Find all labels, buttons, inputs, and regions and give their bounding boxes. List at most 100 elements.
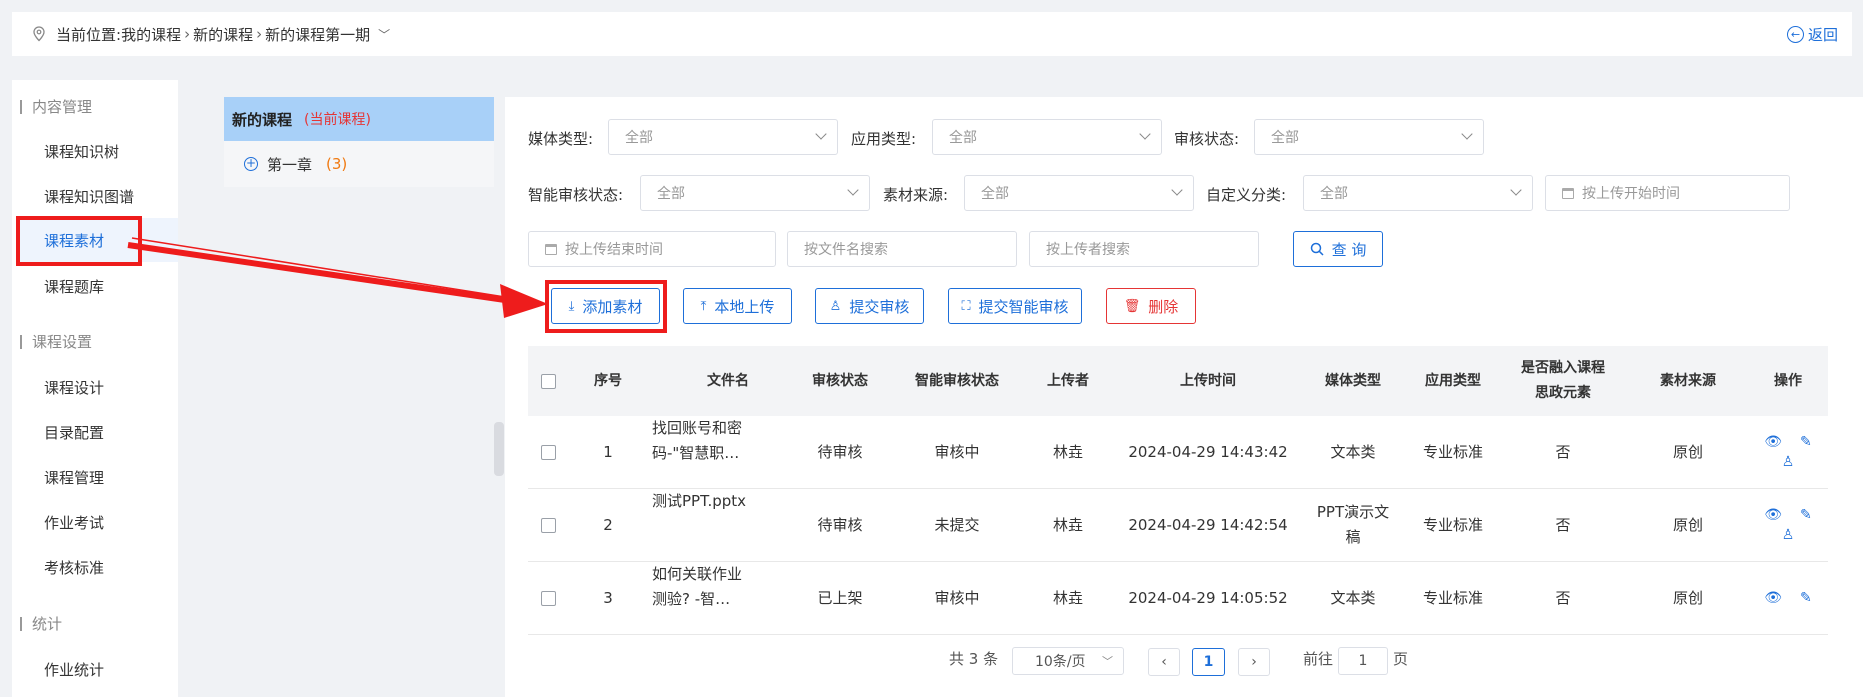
delete-button[interactable]: 🗑 删除	[1106, 288, 1196, 324]
back-arrow-icon: ←	[1786, 26, 1804, 43]
sidebar-item-course-design[interactable]: 课程设计	[44, 377, 104, 398]
chevron-down-icon	[1510, 184, 1522, 196]
filter-label-review-status: 审核状态:	[1174, 130, 1240, 148]
filename-line1: 测试PPT.pptx	[652, 492, 747, 510]
table-row: 2 测试PPT.pptx 待审核 未提交 林垚 2024-04-29 14:42…	[528, 489, 1828, 562]
scan-icon: ⛶	[961, 298, 971, 314]
media-type-select[interactable]: 全部	[608, 119, 838, 155]
sidebar-item-catalog-config[interactable]: 目录配置	[44, 422, 104, 443]
media-line1: 文本类	[1330, 442, 1376, 461]
edit-icon[interactable]: ✎	[1800, 507, 1812, 523]
sidebar-item-homework-stats[interactable]: 作业统计	[44, 659, 104, 680]
chevron-down-icon	[1461, 128, 1473, 140]
upload-start-time-picker[interactable]: 按上传开始时间	[1545, 175, 1790, 211]
filename-line1: 找回账号和密	[652, 419, 743, 437]
resize-handle[interactable]	[494, 422, 504, 476]
select-value: 全部	[625, 130, 653, 146]
goto-page-input[interactable]: 1	[1338, 647, 1388, 675]
page-size-select[interactable]: 10条/页 ﹀	[1012, 647, 1124, 675]
edit-icon[interactable]: ✎	[1800, 590, 1812, 606]
eye-icon[interactable]: 👁	[1764, 590, 1782, 606]
submit-smart-review-button[interactable]: ⛶ 提交智能审核	[948, 288, 1082, 324]
cell-ideology: 否	[1555, 588, 1571, 607]
row-checkbox[interactable]	[540, 517, 556, 533]
course-tree: 新的课程 (当前课程) + 第一章 (3)	[224, 97, 494, 193]
sidebar-section-settings: 课程设置	[20, 331, 92, 352]
submit-review-button[interactable]: ♙ 提交审核	[815, 288, 924, 324]
cell-media-type: 文本类	[1298, 416, 1408, 488]
submit-smart-review-label: 提交智能审核	[978, 297, 1069, 316]
table-row: 1 找回账号和密 码-"智慧职… 待审核 审核中 林垚 2024-04-29 1…	[528, 416, 1828, 489]
sidebar-item-assignments[interactable]: 作业考试	[44, 512, 104, 533]
chevron-down-icon[interactable]: ﹀	[378, 26, 390, 43]
local-upload-label: 本地上传	[714, 297, 775, 316]
breadcrumb-item-my-courses[interactable]: 我的课程	[121, 24, 181, 45]
next-page-button[interactable]: ›	[1238, 648, 1270, 676]
sidebar-section-stats: 统计	[20, 613, 62, 634]
sidebar-item-knowledge-graph[interactable]: 课程知识图谱	[44, 186, 134, 207]
cell-filename[interactable]: 找回账号和密 码-"智慧职…	[652, 416, 762, 488]
col-header-upload-time: 上传时间	[1180, 372, 1236, 389]
local-upload-button[interactable]: ⤒ 本地上传	[683, 288, 792, 324]
input-placeholder: 按上传者搜索	[1046, 242, 1130, 258]
cell-no: 1	[603, 442, 613, 461]
page-unit-label: 页	[1393, 650, 1409, 668]
plus-circle-icon[interactable]: +	[244, 157, 258, 171]
cell-app-type: 专业标准	[1422, 515, 1483, 534]
breadcrumb-item-course[interactable]: 新的课程	[193, 24, 253, 45]
trash-icon: 🗑	[1123, 298, 1141, 314]
row-select-cell	[528, 489, 568, 561]
cell-source: 原创	[1672, 515, 1703, 534]
chevron-down-icon	[815, 128, 827, 140]
eye-icon[interactable]: 👁	[1764, 434, 1782, 450]
chevron-right-icon: ›	[1251, 654, 1257, 670]
user-add-icon[interactable]: ♙	[1782, 454, 1795, 470]
chevron-down-icon: ﹀	[1102, 655, 1113, 668]
sidebar-item-course-manage[interactable]: 课程管理	[44, 467, 104, 488]
app-type-select[interactable]: 全部	[932, 119, 1162, 155]
row-select-cell	[528, 562, 568, 634]
page-number-current[interactable]: 1	[1192, 648, 1225, 676]
tree-chapter-node[interactable]: + 第一章 (3)	[224, 141, 494, 187]
eye-icon[interactable]: 👁	[1764, 507, 1782, 523]
filename-search-input[interactable]: 按文件名搜索	[787, 231, 1017, 267]
edit-icon[interactable]: ✎	[1800, 434, 1812, 450]
prev-page-button[interactable]: ‹	[1148, 648, 1180, 676]
custom-category-select[interactable]: 全部	[1303, 175, 1533, 211]
cell-source: 原创	[1672, 588, 1703, 607]
cell-smart-review: 审核中	[934, 588, 980, 607]
cell-actions: 👁 ✎	[1748, 562, 1828, 634]
current-course-tag: (当前课程)	[304, 112, 371, 128]
chevron-down-icon	[1171, 184, 1183, 196]
smart-review-select[interactable]: 全部	[640, 175, 870, 211]
sidebar-item-assessment[interactable]: 考核标准	[44, 557, 104, 578]
delete-label: 删除	[1148, 297, 1179, 316]
calendar-icon	[1562, 187, 1574, 199]
select-all-checkbox[interactable]	[540, 373, 556, 389]
cell-filename[interactable]: 测试PPT.pptx	[652, 489, 762, 561]
filter-label-app-type: 应用类型:	[851, 130, 917, 148]
row-checkbox[interactable]	[540, 444, 556, 460]
uploader-search-input[interactable]: 按上传者搜索	[1029, 231, 1259, 267]
col-header-source: 素材来源	[1660, 372, 1716, 389]
col-header-ideology-line1: 是否融入课程	[1521, 360, 1605, 376]
row-checkbox[interactable]	[540, 590, 556, 606]
media-line1: PPT演示文	[1316, 503, 1390, 521]
user-add-icon[interactable]: ♙	[1782, 527, 1795, 543]
breadcrumb-item-term[interactable]: 新的课程第一期	[265, 24, 370, 45]
source-select[interactable]: 全部	[964, 175, 1194, 211]
upload-icon: ⤒	[700, 298, 707, 314]
filename-line1: 如何关联作业	[652, 565, 743, 583]
cell-upload-time: 2024-04-29 14:42:54	[1128, 515, 1288, 534]
breadcrumb-label: 当前位置:	[56, 25, 122, 44]
sidebar-item-question-bank[interactable]: 课程题库	[44, 276, 104, 297]
back-button[interactable]: ← 返回	[1786, 24, 1838, 45]
query-button[interactable]: 查 询	[1293, 231, 1383, 267]
review-status-select[interactable]: 全部	[1254, 119, 1484, 155]
filter-label-media-type: 媒体类型:	[528, 130, 594, 148]
sidebar-item-knowledge-tree[interactable]: 课程知识树	[44, 141, 119, 162]
upload-end-time-picker[interactable]: 按上传结束时间	[528, 231, 776, 267]
cell-filename[interactable]: 如何关联作业 测验? -智…	[652, 562, 762, 634]
tree-course-node[interactable]: 新的课程 (当前课程)	[224, 97, 494, 141]
cell-media-type: PPT演示文稿	[1298, 489, 1408, 561]
